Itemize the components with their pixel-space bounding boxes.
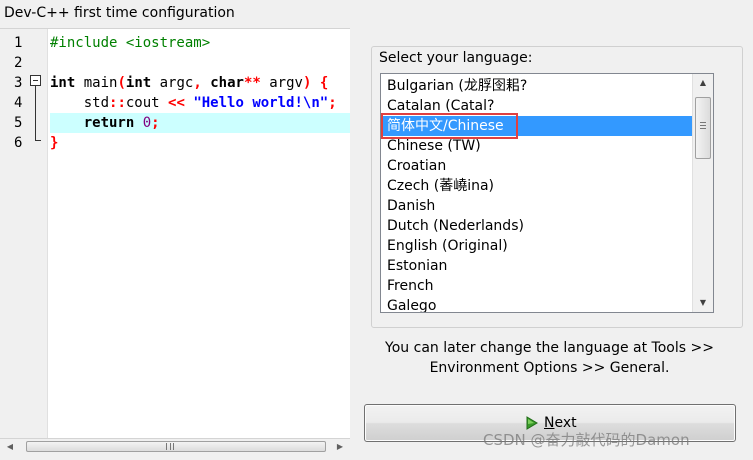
operator-token: ** [243, 75, 261, 91]
language-option[interactable]: Danish [382, 196, 692, 216]
language-hint: You can later change the language at Too… [372, 338, 727, 378]
scroll-down-arrow-icon[interactable]: ▼ [693, 294, 713, 311]
title-bar: Dev-C++ first time configuration [0, 0, 753, 28]
scroll-grip-icon [166, 443, 174, 450]
mnemonic-letter: N [544, 415, 555, 431]
identifier-token: cout [125, 95, 169, 111]
operator-token: , [193, 75, 202, 91]
language-option[interactable]: Bulgarian (龙脬囹耜? [382, 76, 692, 96]
line-number: 3 [14, 75, 23, 91]
language-label: Select your language: [379, 50, 533, 66]
keyword-token: int [50, 75, 76, 91]
fold-toggle-icon[interactable] [30, 75, 41, 86]
language-option[interactable]: French [382, 276, 692, 296]
watermark: CSDN @奋力敲代码的Damon [483, 431, 690, 449]
string-token: "Hello world!\n" [193, 95, 329, 111]
fold-guide-end [35, 140, 41, 141]
keyword-token: char [210, 75, 244, 91]
scroll-right-arrow-icon[interactable]: ▶ [332, 439, 348, 455]
scroll-up-arrow-icon[interactable]: ▲ [693, 74, 713, 91]
keyword-token: int [125, 75, 152, 91]
code-line-4[interactable]: std::cout << "Hello world!\n"; [50, 93, 350, 113]
keyword-token: return [83, 115, 135, 131]
language-list-scrollbar[interactable]: ▲ ▼ [692, 74, 713, 312]
number-token: 0 [142, 115, 152, 131]
hint-line-1: You can later change the language at Too… [385, 340, 714, 356]
identifier-token: std [50, 95, 110, 111]
language-option[interactable]: Galego [382, 296, 692, 312]
selection-highlight-box [381, 113, 518, 139]
language-option[interactable]: Chinese (TW) [382, 136, 692, 156]
identifier-token: main [75, 75, 118, 91]
identifier-token: argv [260, 75, 303, 91]
scroll-grip-icon [700, 122, 706, 129]
language-listbox[interactable]: Bulgarian (龙脬囹耜? Catalan (Catal? 简体中文/Ch… [380, 73, 714, 313]
identifier-token: argc [151, 75, 194, 91]
language-option[interactable]: Czech (萫嶢ina) [382, 176, 692, 196]
code-line-1[interactable]: #include <iostream> [50, 33, 350, 53]
line-number: 2 [14, 55, 23, 71]
fold-guide [35, 86, 36, 140]
language-option[interactable]: Croatian [382, 156, 692, 176]
line-number: 1 [14, 35, 23, 51]
code-line-6[interactable]: } [50, 133, 350, 153]
horizontal-scroll-thumb[interactable] [26, 441, 326, 452]
language-option[interactable]: Estonian [382, 256, 692, 276]
operator-token: ; [328, 95, 337, 111]
operator-token: ( [117, 75, 126, 91]
label-rest: ext [554, 415, 577, 431]
operator-token: ; [151, 115, 160, 131]
line-number-gutter: 1 2 3 4 5 6 [0, 29, 48, 438]
operator-token: :: [109, 95, 126, 111]
language-option[interactable]: English (Original) [382, 236, 692, 256]
window-title: Dev-C++ first time configuration [4, 5, 235, 21]
operator-token: { [319, 75, 329, 91]
line-number: 6 [14, 135, 23, 151]
line-number: 5 [14, 115, 23, 131]
operator-token: } [50, 135, 59, 151]
operator-token: << [168, 95, 185, 111]
green-right-arrow-icon [526, 416, 538, 430]
language-option[interactable]: Dutch (Nederlands) [382, 216, 692, 236]
code-line-3[interactable]: int main(int argc, char** argv) { [50, 73, 350, 93]
editor-horizontal-scrollbar[interactable]: ◀ ▶ [0, 438, 350, 454]
scroll-left-arrow-icon[interactable]: ◀ [2, 439, 18, 455]
code-editor[interactable]: 1 2 3 4 5 6 #include <iostream> int main… [0, 28, 350, 438]
line-number: 4 [14, 95, 23, 111]
preprocessor-token: #include <iostream> [50, 35, 211, 51]
hint-line-2: Environment Options >> General. [429, 360, 670, 376]
code-line-5-active[interactable]: return 0; [50, 113, 350, 133]
